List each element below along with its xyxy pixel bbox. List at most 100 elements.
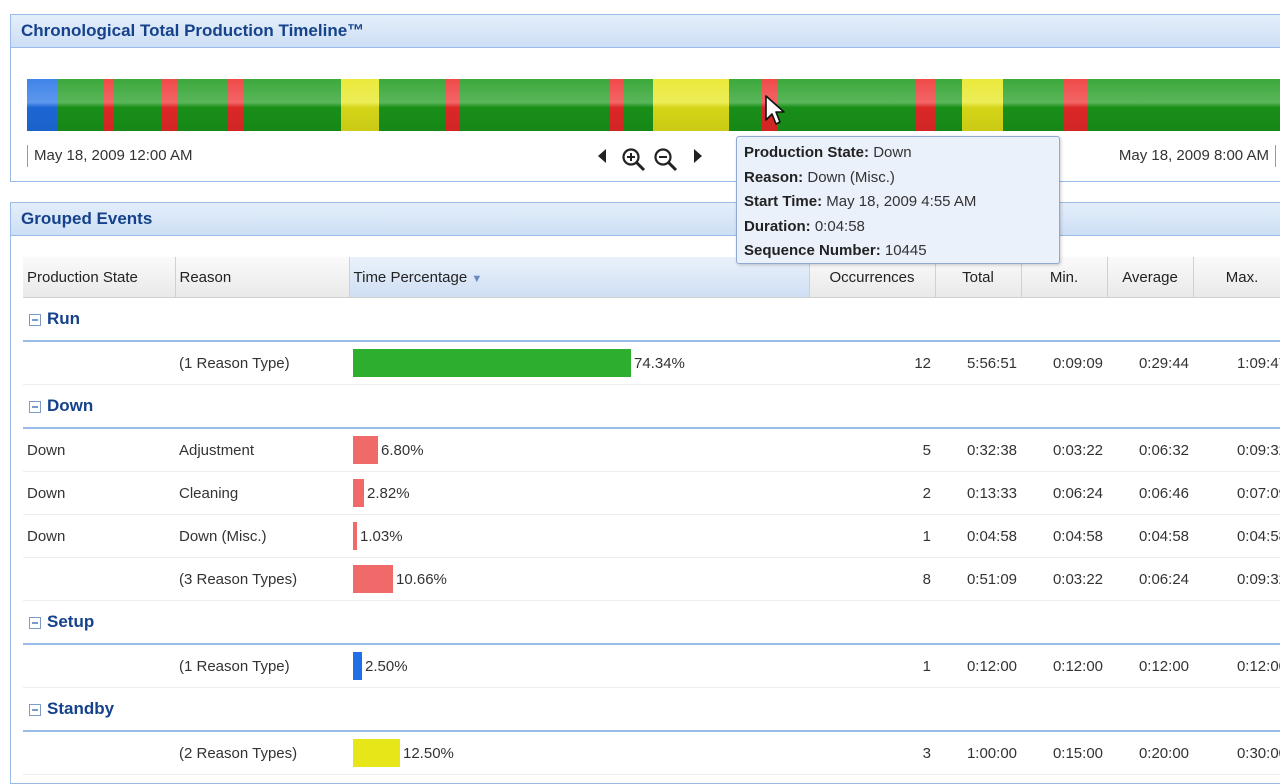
table-row[interactable]: (1 Reason Type) 2.50% 1 0:12:00 0:12:00 0:12:… [23,644,1280,688]
timeline-segment-standby[interactable] [341,79,380,131]
group-row-run[interactable]: Run [23,297,1280,342]
tooltip-reason: Reason: Down (Misc.) [744,168,895,186]
group-row-down[interactable]: Down [23,384,1280,429]
tooltip-state: Production State: Down [744,144,912,161]
grouped-events-title: Grouped Events [11,203,1280,236]
percentage-bar [353,652,362,680]
group-name: Standby [47,699,115,718]
group-name: Run [47,309,81,328]
timeline-bar[interactable] [27,79,1280,131]
collapse-toggle-icon[interactable] [29,400,41,413]
cell-reason: Down (Misc.) [175,514,349,558]
collapse-toggle-icon[interactable] [29,313,41,326]
group-name: Setup [47,612,95,631]
timeline-segment-run[interactable] [57,79,104,131]
timeline-end-label: May 18, 2009 8:00 AM [1119,145,1276,167]
cell-max: 0:09:32 [1193,428,1280,472]
col-max[interactable]: Max. [1193,257,1280,298]
col-production-state[interactable]: Production State [23,257,176,298]
cell-total: 0:13:33 [935,471,1021,515]
tooltip-start-time: Start Time: May 18, 2009 4:55 AM [744,193,977,210]
group-row-standby[interactable]: Standby [23,687,1280,732]
timeline-segment-down[interactable] [160,79,178,131]
grid-header-row: Production State Reason Time Percentage … [23,257,1280,298]
cell-time-percentage: 12.50% [349,731,809,775]
grouped-events-grid: Production State Reason Time Percentage … [23,257,1280,775]
cell-time-percentage: 2.50% [349,644,809,688]
percentage-text: 1.03% [360,527,403,545]
table-row[interactable]: Down Down (Misc.) 1.03% 1 0:04:58 0:04:58 0:04… [23,514,1280,558]
cell-average: 0:29:44 [1107,341,1193,385]
cell-average: 0:06:24 [1107,557,1193,601]
cell-production-state [23,557,175,601]
group-name: Down [47,396,94,415]
timeline-segment-down[interactable] [444,79,460,131]
timeline-segment-down[interactable] [1063,79,1089,131]
cell-total: 1:00:00 [935,731,1021,775]
group-row-setup[interactable]: Setup [23,600,1280,645]
event-tooltip: Production State: Down Reason: Down (Mis… [736,136,1060,264]
cell-total: 0:12:00 [935,644,1021,688]
timeline-segment-down[interactable] [915,79,936,131]
timeline-segment-run[interactable] [1002,79,1064,131]
timeline-title: Chronological Total Production Timeline™ [11,15,1280,48]
percentage-bar [353,522,357,550]
timeline-segment-down[interactable] [103,79,115,131]
tooltip-duration: Duration: 0:04:58 [744,217,865,235]
cell-average: 0:20:00 [1107,731,1193,775]
percentage-text: 12.50% [403,744,454,762]
col-reason[interactable]: Reason [175,257,350,298]
cell-total: 0:32:38 [935,428,1021,472]
collapse-toggle-icon[interactable] [29,703,41,716]
table-row[interactable]: Down Cleaning 2.82% 2 0:13:33 0:06:24 0:06:46 0… [23,471,1280,515]
timeline-segment-standby[interactable] [962,79,1003,131]
tooltip-sequence: Sequence Number: 10445 [744,242,927,259]
table-row[interactable]: (1 Reason Type) 74.34% 12 5:56:51 0:09:09 0:2… [23,341,1280,385]
percentage-text: 74.34% [634,354,685,372]
timeline-segment-down[interactable] [608,79,625,131]
timeline-segment-run[interactable] [177,79,229,131]
timeline-segment-run[interactable] [244,79,342,131]
cell-average: 0:06:32 [1107,428,1193,472]
zoom-out-icon[interactable] [653,147,679,173]
timeline-segment-run[interactable] [1088,79,1280,131]
grouped-events-panel: Grouped Events Production State Reason T… [10,202,1280,784]
timeline-segment-run[interactable] [776,79,916,131]
cell-min: 0:12:00 [1021,644,1107,688]
cell-min: 0:03:22 [1021,428,1107,472]
table-row[interactable]: (2 Reason Types) 12.50% 3 1:00:00 0:15:00 0:2… [23,731,1280,775]
collapse-toggle-icon[interactable] [29,616,41,629]
cell-max: 0:04:58 [1193,514,1280,558]
next-arrow-icon[interactable] [685,147,711,173]
cell-occurrences: 2 [809,471,935,515]
zoom-in-icon[interactable] [621,147,647,173]
prev-arrow-icon[interactable] [589,147,615,173]
timeline-segment-run[interactable] [379,79,445,131]
cell-production-state [23,644,175,688]
cell-reason: Cleaning [175,471,349,515]
table-row[interactable]: (3 Reason Types) 10.66% 8 0:51:09 0:03:22 0:0… [23,557,1280,601]
timeline-segment-standby[interactable] [652,79,729,131]
percentage-text: 2.82% [367,484,410,502]
cell-occurrences: 1 [809,644,935,688]
timeline-panel: Chronological Total Production Timeline™… [10,14,1280,182]
timeline-segment-run[interactable] [728,79,762,131]
col-average[interactable]: Average [1107,257,1194,298]
timeline-segment-run[interactable] [114,79,161,131]
timeline-segment-down[interactable] [227,79,245,131]
cell-max: 1:09:47 [1193,341,1280,385]
timeline-segment-run[interactable] [935,79,963,131]
sort-desc-icon: ▼ [471,272,483,285]
cell-min: 0:06:24 [1021,471,1107,515]
percentage-bar [353,739,400,767]
cell-occurrences: 8 [809,557,935,601]
timeline-segment-run[interactable] [623,79,653,131]
cell-average: 0:12:00 [1107,644,1193,688]
timeline-segment-run[interactable] [459,79,609,131]
cell-max: 0:30:00 [1193,731,1280,775]
table-row[interactable]: Down Adjustment 6.80% 5 0:32:38 0:03:22 0:06:3… [23,428,1280,472]
cell-total: 5:56:51 [935,341,1021,385]
timeline-segment-setup[interactable] [27,79,58,131]
cell-average: 0:04:58 [1107,514,1193,558]
cell-production-state: Down [23,471,175,515]
